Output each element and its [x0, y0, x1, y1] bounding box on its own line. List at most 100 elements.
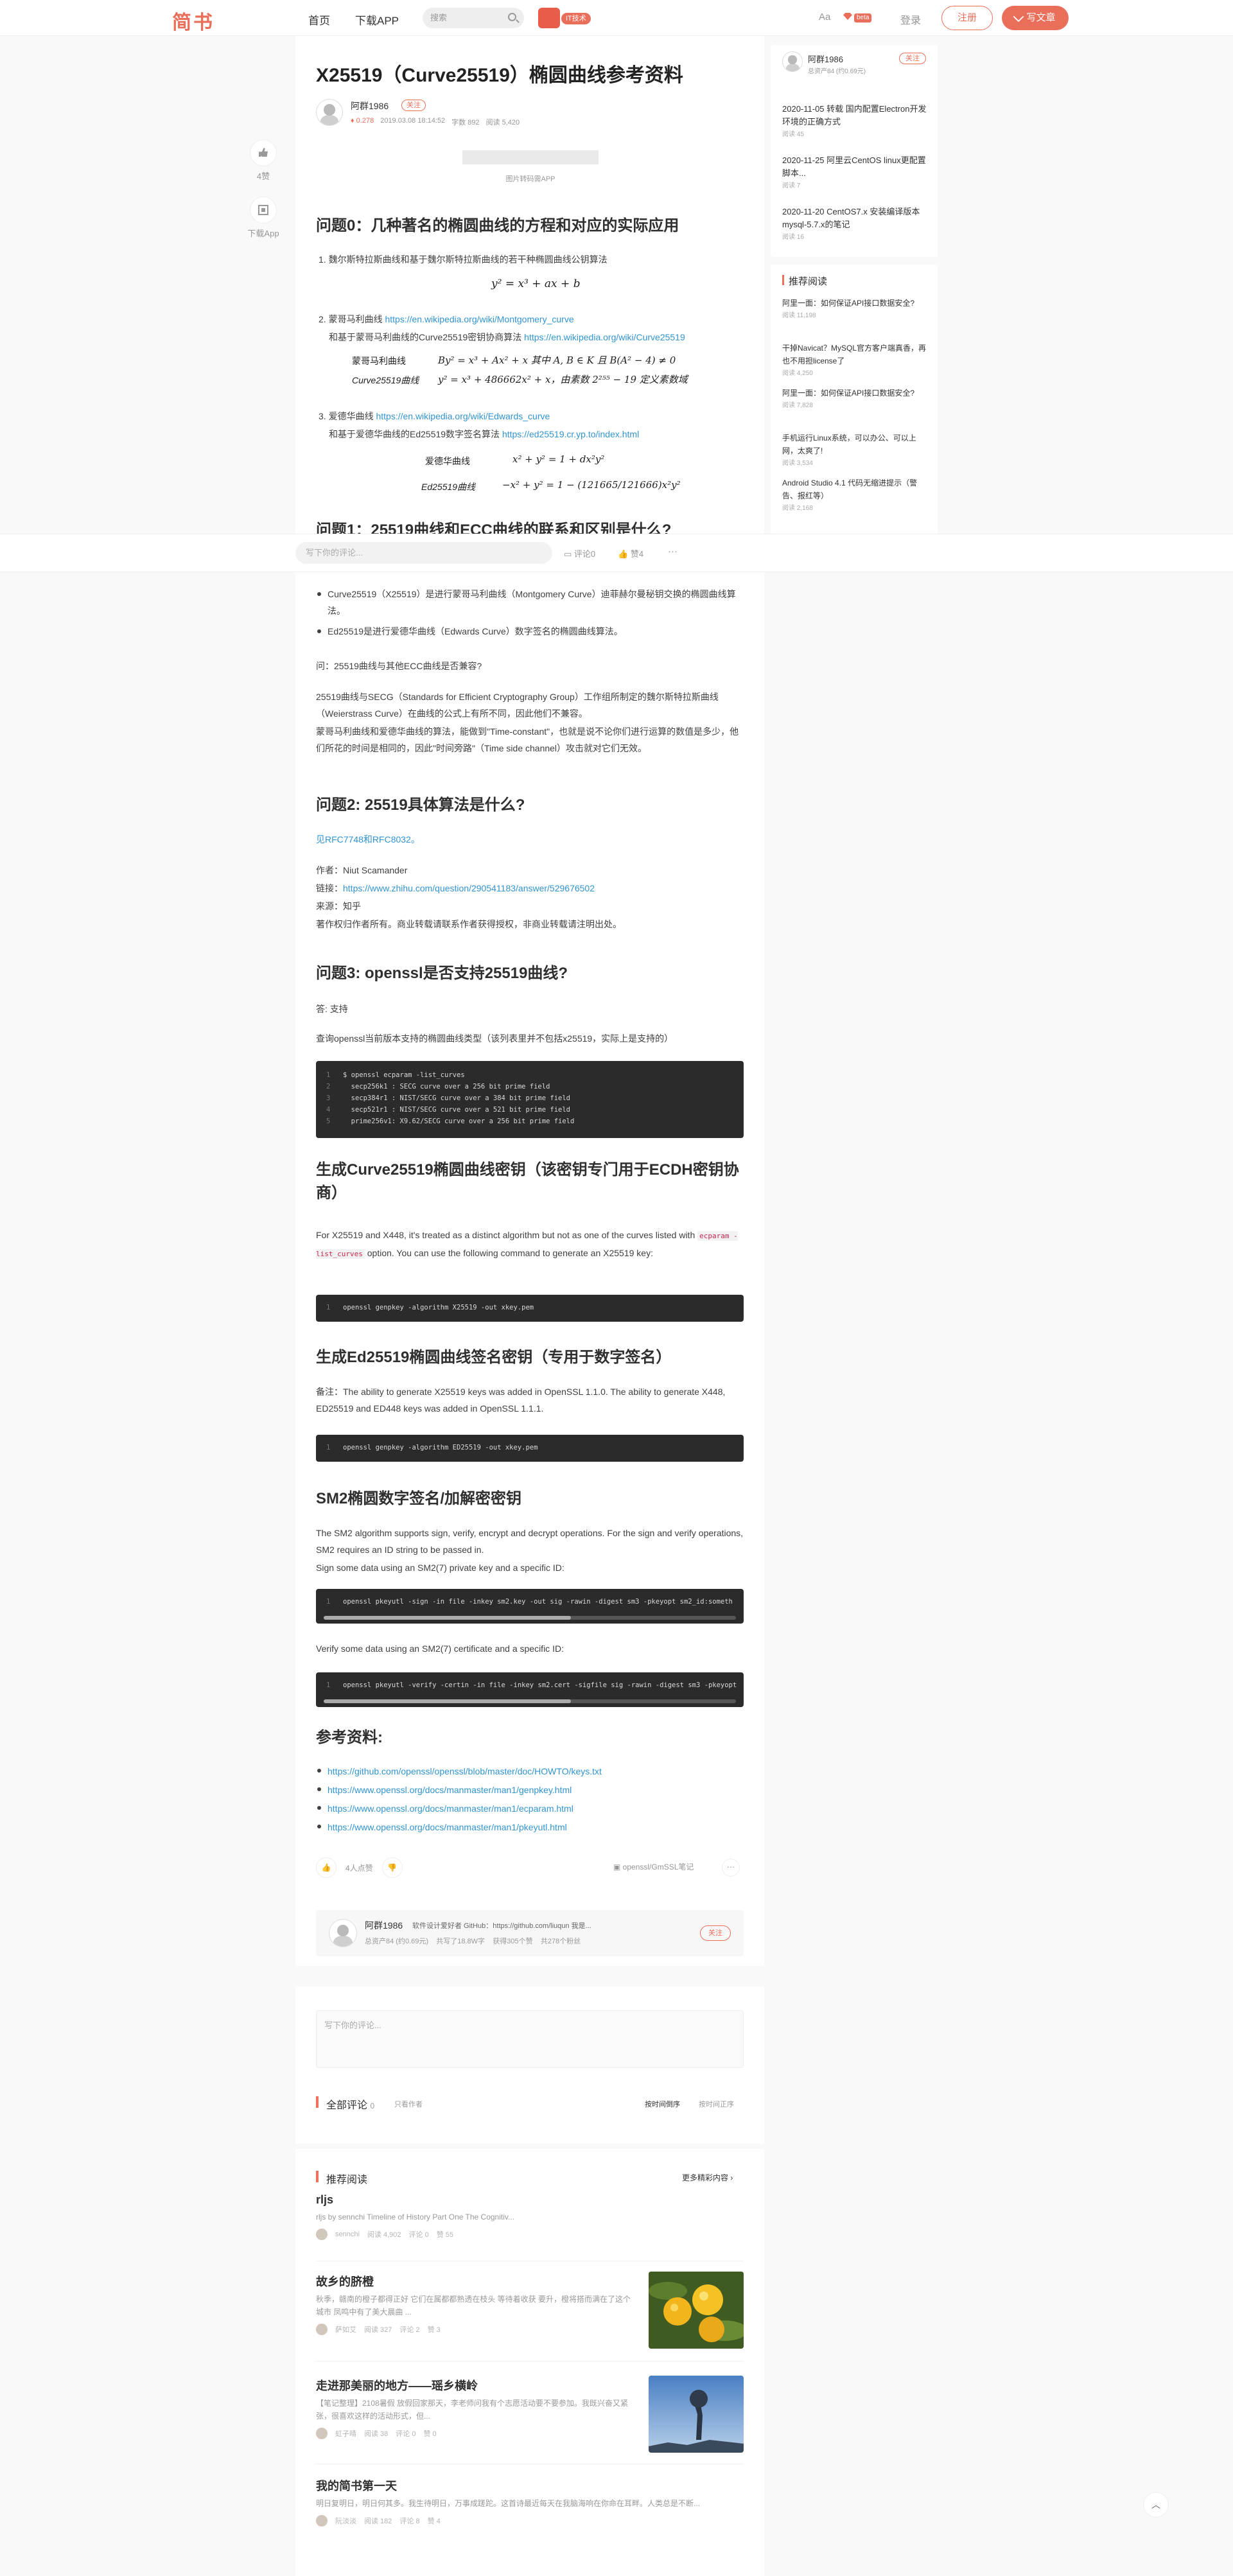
sidebar-post-reads: 阅读 45: [782, 131, 804, 138]
sm2-heading: SM2椭圆数字签名/加解密密钥: [316, 1490, 522, 1507]
feed-title[interactable]: 故乡的脐橙: [316, 2274, 637, 2290]
site-logo[interactable]: 简书: [172, 6, 214, 35]
sidebar-post-reads: 阅读 7: [782, 182, 801, 189]
code-line-number: 2: [326, 1083, 331, 1091]
code-block-sm2-sign: 1 openssl pkeyutl -sign -in file -inkey s…: [316, 1589, 744, 1624]
curve25519-link[interactable]: https://en.wikipedia.org/wiki/Curve25519: [524, 332, 685, 342]
feed-item-2[interactable]: 故乡的脐橙 秋季，赣南的橙子都得正好 它们在属都都熟透在枝头 等待着收获 要升，…: [316, 2274, 637, 2335]
feed-title[interactable]: rljs: [316, 2191, 744, 2208]
zhihu-link[interactable]: https://www.zhihu.com/question/290541183…: [343, 883, 595, 893]
sidebar-rec-item[interactable]: 手机运行Linux系统，可以办公、可以上网，太爽了! 阅读 3,534: [782, 432, 930, 470]
sidebar-post-title[interactable]: 2020-11-20 CentOS7.x 安装编译版本mysql-5.7.x的笔…: [782, 206, 930, 231]
feed-thumbnail-sky[interactable]: [649, 2376, 744, 2453]
code-scrollbar[interactable]: [324, 1699, 736, 1703]
sidebar-rec-title[interactable]: 阿里一面：如何保证API接口数据安全?: [782, 297, 930, 310]
feed-title[interactable]: 我的简书第一天: [316, 2478, 744, 2494]
sidebar-rec-item[interactable]: 干掉Navicat？MySQL官方客户端真香，再也不用担license了 阅读 4…: [782, 342, 930, 380]
gen-ed25519-heading: 生成Ed25519椭圆曲线签名密钥（专用于数字签名）: [316, 1349, 672, 1366]
sidebar-rec-title[interactable]: 手机运行Linux系统，可以办公、可以上网，太爽了!: [782, 432, 930, 457]
dislike-button[interactable]: 👎: [381, 1857, 403, 1878]
feed-item-4[interactable]: 我的简书第一天 明日复明日，明日何其多。我生待明日，万事成蹉跎。这首诗最近每天在…: [316, 2478, 744, 2527]
back-to-top-button[interactable]: ︿: [1143, 2492, 1169, 2518]
equation-montgomery: By² = x³ + Ax² + x 其中 A, B ∈ K 且 B(A² − …: [438, 355, 676, 366]
sidebar-rec-reads: 阅读 2,168: [782, 505, 813, 512]
q0-heading: 问题0：几种著名的椭圆曲线的方程和对应的实际应用: [316, 217, 679, 234]
side-like-button[interactable]: 4赞: [250, 140, 276, 182]
more-recommend-link[interactable]: 更多精彩内容 ›: [682, 2172, 733, 2183]
sort-time-asc[interactable]: 按时间正序: [699, 2099, 734, 2109]
like-count-button[interactable]: 👍 赞4: [618, 547, 643, 559]
font-size-toggle[interactable]: Aa: [819, 12, 830, 22]
promo-banner[interactable]: IT技术: [538, 6, 595, 30]
feed-thumbnail-oranges[interactable]: [649, 2272, 744, 2349]
reference-link[interactable]: https://www.openssl.org/docs/manmaster/m…: [316, 1800, 744, 1818]
montgomery-link[interactable]: https://en.wikipedia.org/wiki/Montgomery…: [385, 314, 573, 324]
thumb-up-icon: 👍: [618, 549, 631, 559]
sidebar-post-item[interactable]: 2020-11-25 阿里云CentOS linux更配置脚本... 阅读 7: [782, 154, 930, 193]
sidebar-post-title[interactable]: 2020-11-05 转载 国内配置Electron开发环境的正确方式: [782, 103, 930, 128]
rfc-links[interactable]: 见RFC7748和RFC8032。: [316, 831, 744, 848]
sidebar-author-name[interactable]: 阿群1986: [808, 53, 843, 65]
sidebar-rec-item[interactable]: 阿里一面：如何保证API接口数据安全? 阅读 7,828: [782, 387, 930, 412]
article-more-button[interactable]: ···: [722, 1859, 740, 1877]
sidebar-post-title[interactable]: 2020-11-25 阿里云CentOS linux更配置脚本...: [782, 154, 930, 180]
side-app-label: 下载App: [247, 229, 279, 238]
sidebar-rec-title[interactable]: 阿里一面：如何保证API接口数据安全?: [782, 387, 930, 399]
follow-button[interactable]: 关注: [401, 100, 426, 111]
author-card-follow[interactable]: 关注: [700, 1925, 731, 1941]
read-count: 阅读 5,420: [485, 119, 520, 127]
sidebar-rec-title[interactable]: Android Studio 4.1 代码无缩进提示（警告、报红等）: [782, 477, 930, 502]
comment-textarea-placeholder: 写下你的评论...: [324, 2020, 381, 2030]
comment-input[interactable]: 写下你的评论...: [295, 542, 552, 564]
sort-time-desc[interactable]: 按时间倒序: [645, 2099, 680, 2109]
search-input[interactable]: 搜索: [423, 8, 524, 28]
q0-item-3: 3. 爱德华曲线 https://en.wikipedia.org/wiki/E…: [319, 411, 550, 421]
sidebar-rec-item[interactable]: 阿里一面：如何保证API接口数据安全? 阅读 11,198: [782, 297, 930, 322]
author-name[interactable]: 阿群1986: [351, 100, 389, 112]
search-icon[interactable]: [508, 13, 516, 21]
code-block-x25519: 1 openssl genpkey -algorithm X25519 -out …: [316, 1295, 744, 1322]
author-card-avatar[interactable]: [329, 1919, 357, 1947]
sidebar-post-item[interactable]: 2020-11-20 CentOS7.x 安装编译版本mysql-5.7.x的笔…: [782, 206, 930, 244]
signup-button[interactable]: 注册: [941, 6, 993, 30]
sidebar-rec-item[interactable]: Android Studio 4.1 代码无缩进提示（警告、报红等） 阅读 2,1…: [782, 477, 930, 515]
author-only-filter[interactable]: 只看作者: [394, 2099, 423, 2109]
code-scrollbar[interactable]: [324, 1616, 736, 1620]
reference-link[interactable]: https://github.com/openssl/openssl/blob/…: [316, 1762, 744, 1781]
more-button[interactable]: ···: [668, 546, 678, 557]
code-line: secp256k1 : SECG curve over a 256 bit pr…: [343, 1083, 550, 1091]
edwards-link[interactable]: https://en.wikipedia.org/wiki/Edwards_cu…: [376, 411, 550, 421]
sidebar-post-item[interactable]: 2020-11-05 转载 国内配置Electron开发环境的正确方式阅读 45: [782, 103, 930, 141]
author-avatar[interactable]: [316, 99, 343, 126]
chevron-up-icon: ︿: [1151, 2500, 1160, 2510]
eq2a-label: 蒙哥马利曲线: [352, 356, 406, 366]
sidebar-follow-button[interactable]: 关注: [899, 53, 926, 64]
author-card-stats: 总资产84 (约0.69元) 共写了18.8W字 获得305个赞 共278个粉丝: [365, 1938, 581, 1945]
sidebar-rec-reads: 阅读 7,828: [782, 402, 813, 409]
comment-count-button[interactable]: ▭ 评论0: [564, 547, 595, 559]
author-card-name[interactable]: 阿群1986: [365, 1919, 403, 1932]
comment-count: 0: [370, 2101, 375, 2110]
like-button[interactable]: 👍: [316, 1857, 337, 1878]
feed-title[interactable]: 走进那美丽的地方——瑶乡横岭: [316, 2378, 637, 2394]
side-download-app[interactable]: 下载App: [244, 197, 283, 239]
nav-download-app[interactable]: 下载APP: [355, 12, 399, 28]
ed25519-link[interactable]: https://ed25519.cr.yp.to/index.html: [502, 429, 639, 439]
nav-home[interactable]: 首页: [308, 12, 330, 28]
feed-item-3[interactable]: 走进那美丽的地方——瑶乡横岭 【笔记整理】2108暑假 放假回家那天，李老师问我…: [316, 2378, 637, 2439]
comment-placeholder: 写下你的评论...: [306, 548, 363, 557]
login-link[interactable]: 登录: [900, 12, 921, 27]
reference-link[interactable]: https://www.openssl.org/docs/manmaster/m…: [316, 1818, 744, 1837]
gift-icon: [538, 8, 560, 28]
collection-link[interactable]: ▣ openssl/GmSSL笔记: [613, 1861, 694, 1872]
comment-textarea[interactable]: 写下你的评论...: [316, 2010, 744, 2068]
image-placeholder: [462, 150, 599, 164]
reference-link[interactable]: https://www.openssl.org/docs/manmaster/m…: [316, 1781, 744, 1800]
sidebar-rec-title[interactable]: 干掉Navicat？MySQL官方客户端真香，再也不用担license了: [782, 342, 930, 367]
sidebar-avatar[interactable]: [782, 51, 803, 72]
beta-badge[interactable]: beta: [843, 12, 877, 24]
write-article-button[interactable]: 写文章: [1002, 6, 1069, 30]
q0-item-3-sub: 和基于爱德华曲线的Ed25519数字签名算法 https://ed25519.c…: [329, 429, 640, 439]
article-like-row: 👍 4人点赞 👎: [316, 1857, 403, 1878]
feed-item-1[interactable]: rljs rljs by sennchi Timeline of History…: [316, 2191, 744, 2240]
